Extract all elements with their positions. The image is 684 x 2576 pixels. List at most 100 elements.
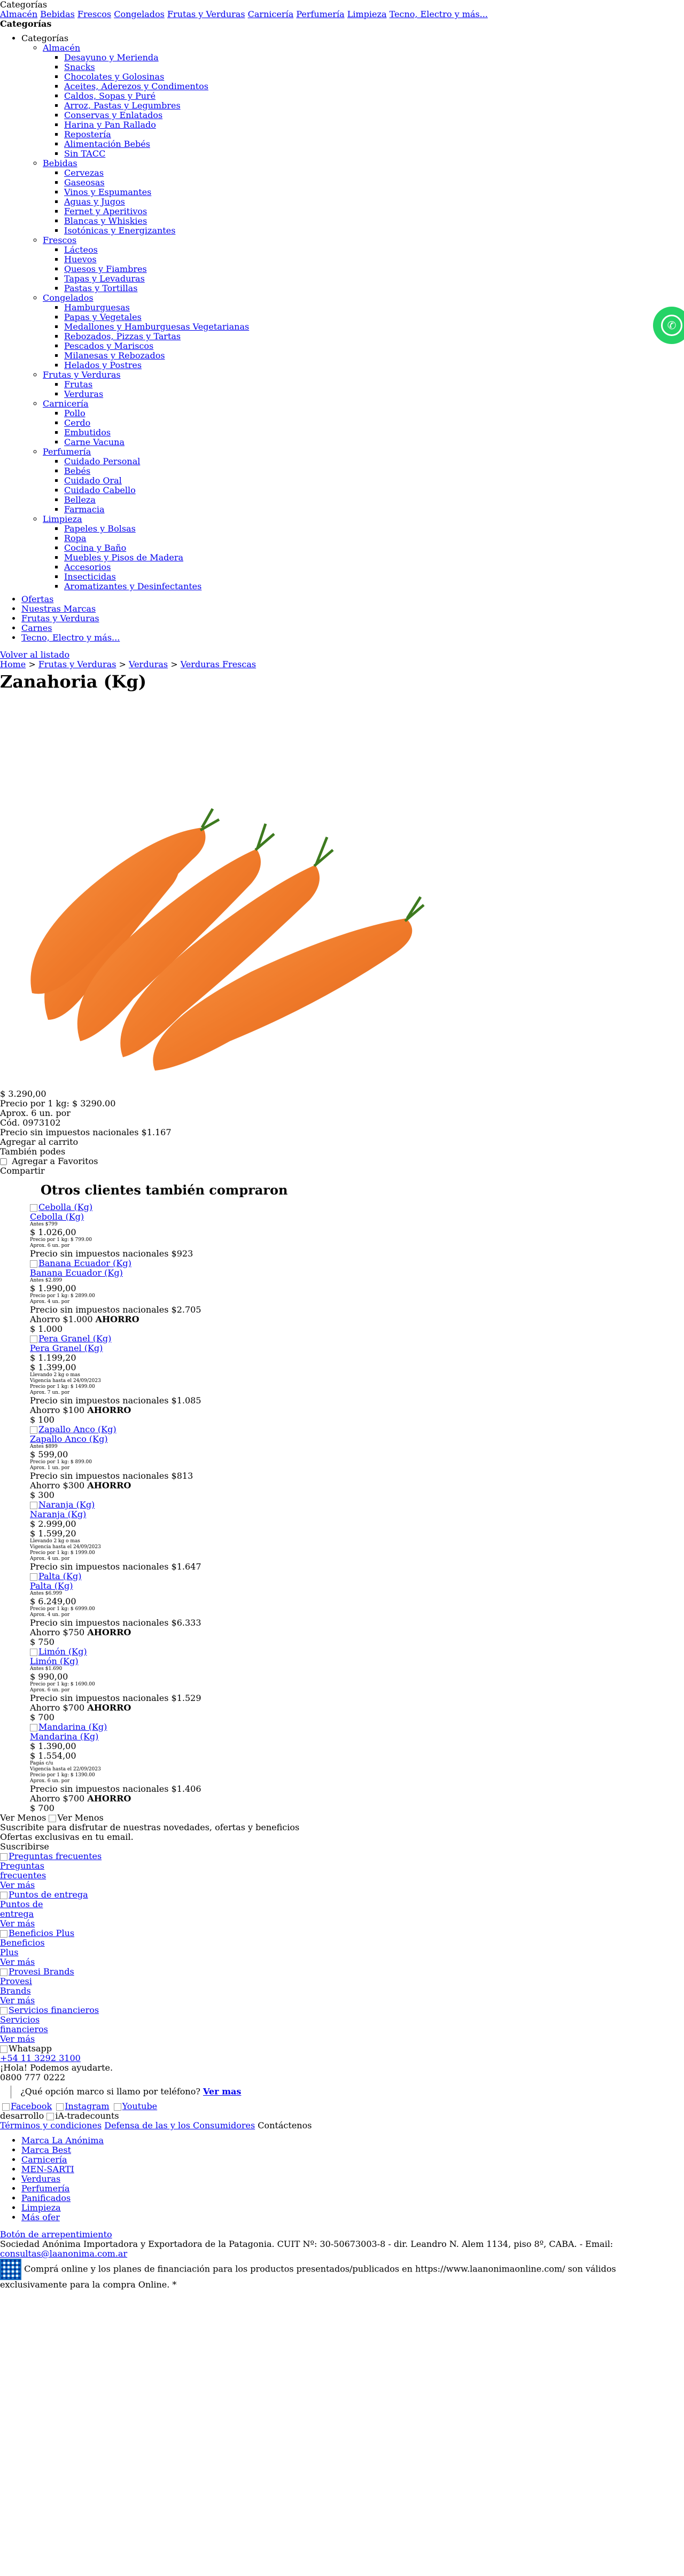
subcategory-link[interactable]: Isotónicas y Energizantes xyxy=(64,225,175,236)
related-name[interactable]: Mandarina (Kg) xyxy=(30,1731,98,1742)
subcategory-link[interactable]: Arroz, Pastas y Legumbres xyxy=(64,100,181,111)
categories-toggle[interactable]: Categorías xyxy=(0,0,684,10)
subcategory-link[interactable]: Papeles y Bolsas xyxy=(64,524,136,534)
subcategory-link[interactable]: Frutas xyxy=(64,379,92,389)
subcategory-link[interactable]: Harina y Pan Rallado xyxy=(64,120,156,130)
subcategory-link[interactable]: Vinos y Espumantes xyxy=(64,187,151,197)
subcategory-link[interactable]: Lácteos xyxy=(64,245,98,255)
feature-line1[interactable]: Preguntas xyxy=(0,1861,44,1871)
social-link[interactable]: Facebook xyxy=(11,2101,52,2111)
social-link[interactable]: Youtube xyxy=(122,2101,158,2111)
related-image-alt[interactable]: Cebolla (Kg) xyxy=(38,1202,92,1212)
subcategory-link[interactable]: Muebles y Pisos de Madera xyxy=(64,552,183,563)
feature-see-more[interactable]: Ver más xyxy=(0,1957,35,1967)
extra-link[interactable]: Frutas y Verduras xyxy=(21,613,99,623)
breadcrumb-item[interactable]: Home xyxy=(0,659,26,669)
back-to-list-link[interactable]: Volver al listado xyxy=(0,650,69,660)
whatsapp-number-link[interactable]: +54 11 3292 3100 xyxy=(0,2053,81,2063)
related-name[interactable]: Palta (Kg) xyxy=(30,1581,73,1591)
top-link[interactable]: Limpieza xyxy=(347,9,387,19)
feature-image[interactable]: Beneficios Plus xyxy=(0,1929,684,1938)
subcategory-link[interactable]: Blancas y Whiskies xyxy=(64,216,147,226)
category-group-link[interactable]: Frescos xyxy=(43,235,76,245)
brand-link[interactable]: Verduras xyxy=(21,2174,60,2184)
feature-image-alt[interactable]: Preguntas frecuentes xyxy=(9,1851,102,1861)
brand-link[interactable]: Panificados xyxy=(21,2193,71,2203)
related-image-alt[interactable]: Zapallo Anco (Kg) xyxy=(38,1424,116,1434)
subcategory-link[interactable]: Snacks xyxy=(64,62,95,72)
arrepentimiento-link[interactable]: Botón de arrepentimiento xyxy=(0,2229,112,2239)
top-link[interactable]: Bebidas xyxy=(40,9,75,19)
brand-link[interactable]: Marca Best xyxy=(21,2145,71,2155)
subcategory-link[interactable]: Papas y Vegetales xyxy=(64,312,142,322)
subcategory-link[interactable]: Pescados y Mariscos xyxy=(64,341,153,351)
feature-see-more[interactable]: Ver más xyxy=(0,2034,35,2044)
related-image-link[interactable]: Palta (Kg) xyxy=(30,1572,684,1581)
subcategory-link[interactable]: Carne Vacuna xyxy=(64,437,125,447)
top-link[interactable]: Tecno, Electro y más... xyxy=(390,9,488,19)
related-name[interactable]: Cebolla (Kg) xyxy=(30,1212,84,1222)
subcategory-link[interactable]: Hamburguesas xyxy=(64,302,130,313)
subcategory-link[interactable]: Repostería xyxy=(64,129,111,139)
subcategory-link[interactable]: Quesos y Fiambres xyxy=(64,264,147,274)
brand-link[interactable]: Más ofer xyxy=(21,2212,60,2222)
feature-line1[interactable]: Provesi xyxy=(0,1976,32,1986)
subcategory-link[interactable]: Cuidado Oral xyxy=(64,475,122,486)
subcategory-link[interactable]: Cerdo xyxy=(64,418,90,428)
related-image-link[interactable]: Naranja (Kg) xyxy=(30,1500,684,1510)
subcategory-link[interactable]: Cocina y Baño xyxy=(64,543,126,553)
subcategory-link[interactable]: Aromatizantes y Desinfectantes xyxy=(64,581,201,591)
top-link[interactable]: Carnicería xyxy=(248,9,294,19)
see-more-link[interactable]: Ver mas xyxy=(203,2087,241,2097)
related-name[interactable]: Banana Ecuador (Kg) xyxy=(30,1268,123,1278)
brand-link[interactable]: MEN-SARTI xyxy=(21,2164,74,2174)
subcategory-link[interactable]: Embutidos xyxy=(64,427,111,438)
feature-image-alt[interactable]: Provesi Brands xyxy=(9,1966,74,1977)
top-link[interactable]: Frutas y Verduras xyxy=(167,9,245,19)
subcategory-link[interactable]: Ropa xyxy=(64,533,86,543)
related-image-link[interactable]: Cebolla (Kg) xyxy=(30,1203,684,1212)
related-image-alt[interactable]: Naranja (Kg) xyxy=(38,1500,95,1510)
top-link[interactable]: Congelados xyxy=(114,9,165,19)
related-image-alt[interactable]: Banana Ecuador (Kg) xyxy=(38,1258,131,1268)
add-to-cart-button[interactable]: Agregar al carrito xyxy=(0,1137,684,1147)
subcategory-link[interactable]: Sin TACC xyxy=(64,149,105,159)
subscribe-button[interactable]: Suscribirse xyxy=(0,1842,684,1852)
subcategory-link[interactable]: Cuidado Cabello xyxy=(64,485,136,495)
ver-menos[interactable]: Ver Menos Ver Menos xyxy=(0,1813,684,1823)
breadcrumb-item[interactable]: Frutas y Verduras xyxy=(38,659,116,669)
category-group-link[interactable]: Perfumería xyxy=(43,447,91,457)
related-image-link[interactable]: Limón (Kg) xyxy=(30,1647,684,1657)
brand-link[interactable]: Carnicería xyxy=(21,2155,67,2165)
feature-image[interactable]: Provesi Brands xyxy=(0,1967,684,1977)
feature-image-alt[interactable]: Beneficios Plus xyxy=(9,1928,74,1938)
contact-label[interactable]: Contáctenos xyxy=(258,2120,312,2130)
related-image-link[interactable]: Mandarina (Kg) xyxy=(30,1722,684,1732)
feature-image-alt[interactable]: Puntos de entrega xyxy=(9,1890,88,1900)
extra-link[interactable]: Ofertas xyxy=(21,594,53,604)
social-link[interactable]: Instagram xyxy=(65,2101,109,2111)
subcategory-link[interactable]: Pastas y Tortillas xyxy=(64,283,137,293)
subcategory-link[interactable]: Bebés xyxy=(64,466,90,476)
subcategory-link[interactable]: Fernet y Aperitivos xyxy=(64,206,147,216)
subcategory-link[interactable]: Cuidado Personal xyxy=(64,456,140,466)
add-favorites[interactable]: Agregar a Favoritos xyxy=(0,1157,684,1166)
share-button[interactable]: Compartir xyxy=(0,1166,684,1176)
related-name[interactable]: Limón (Kg) xyxy=(30,1656,79,1666)
top-link[interactable]: Almacén xyxy=(0,9,37,19)
category-group-link[interactable]: Carnicería xyxy=(43,399,89,409)
extra-link[interactable]: Nuestras Marcas xyxy=(21,604,96,614)
extra-link[interactable]: Carnes xyxy=(21,623,52,633)
related-image-link[interactable]: Pera Granel (Kg) xyxy=(30,1334,684,1344)
feature-image-alt[interactable]: Servicios financieros xyxy=(9,2005,99,2015)
feature-see-more[interactable]: Ver más xyxy=(0,1918,35,1929)
feature-image[interactable]: Servicios financieros xyxy=(0,2005,684,2015)
related-image-link[interactable]: Banana Ecuador (Kg) xyxy=(30,1259,684,1268)
feature-line1[interactable]: Servicios xyxy=(0,2015,40,2025)
brand-link[interactable]: Perfumería xyxy=(21,2183,69,2193)
subcategory-link[interactable]: Alimentación Bebés xyxy=(64,139,150,149)
subcategory-link[interactable]: Chocolates y Golosinas xyxy=(64,72,164,82)
subcategory-link[interactable]: Tapas y Levaduras xyxy=(64,274,145,284)
subcategory-link[interactable]: Helados y Postres xyxy=(64,360,142,370)
feature-image[interactable]: Puntos de entrega xyxy=(0,1890,684,1900)
